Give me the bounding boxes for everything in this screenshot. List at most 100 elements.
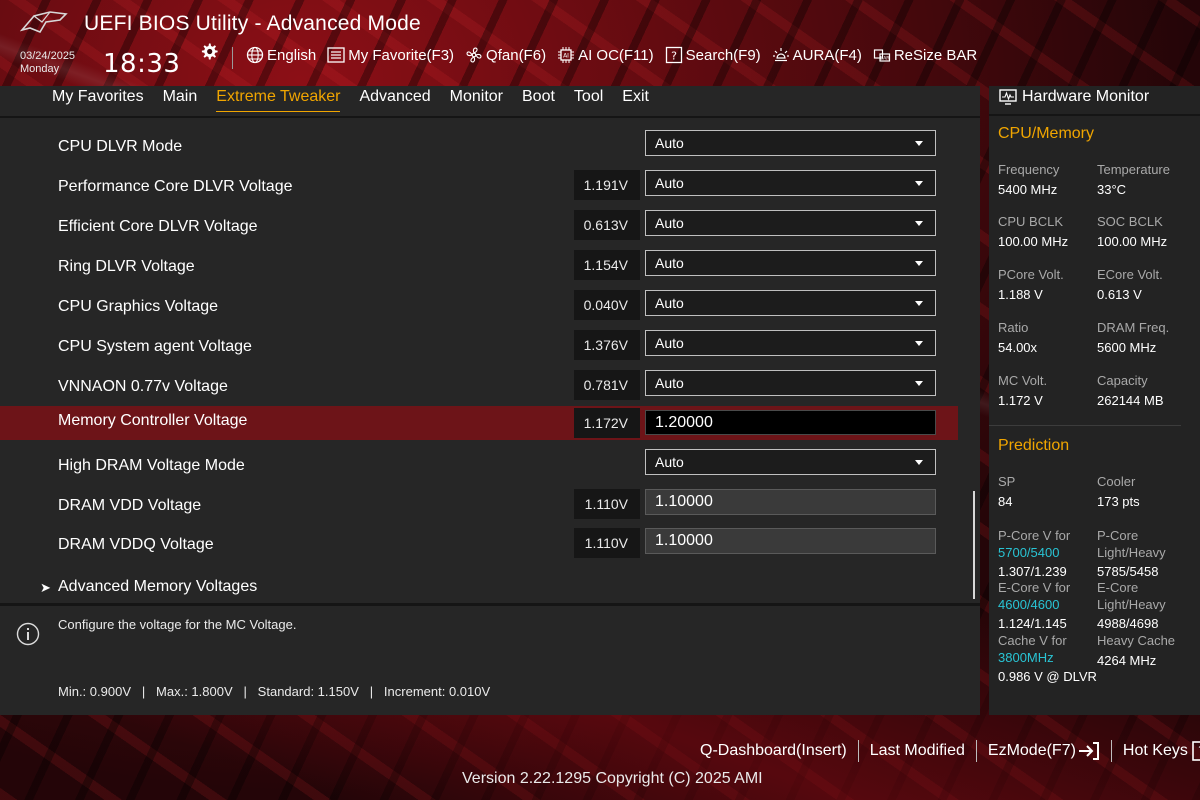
- scrollbar[interactable]: [973, 491, 975, 599]
- caret-down-icon: [915, 221, 923, 226]
- q-dashboard-button[interactable]: Q-Dashboard(Insert): [700, 742, 847, 760]
- hw-label: Temperature: [1097, 162, 1170, 177]
- setting-dropdown[interactable]: Auto: [645, 210, 936, 236]
- hw-value: 54.00x: [998, 340, 1038, 355]
- setting-dropdown[interactable]: Auto: [645, 290, 936, 316]
- ezmode-button[interactable]: EzMode(F7): [988, 741, 1100, 761]
- hw-value: 1.172 V: [998, 393, 1043, 408]
- memory-controller-voltage-input[interactable]: 1.20000: [645, 410, 936, 435]
- setting-dropdown[interactable]: Auto: [645, 330, 936, 356]
- hw-value: 4988/4698: [1097, 616, 1159, 631]
- language-label: English: [267, 46, 317, 64]
- hw-label: Light/Heavy: [1097, 545, 1166, 560]
- gear-icon[interactable]: [199, 42, 219, 62]
- hw-value: 5600 MHz: [1097, 340, 1157, 355]
- hw-value: 262144 MB: [1097, 393, 1164, 408]
- setting-dropdown[interactable]: Auto: [645, 170, 936, 196]
- setting-dropdown[interactable]: Auto: [645, 449, 936, 475]
- my-favorite-button[interactable]: My Favorite(F3): [327, 46, 454, 64]
- setting-label: DRAM VDDQ Voltage: [58, 536, 214, 553]
- setting-dropdown[interactable]: Auto: [645, 370, 936, 396]
- hw-label: Cooler: [1097, 474, 1136, 489]
- tab-extreme-tweaker[interactable]: Extreme Tweaker: [216, 86, 341, 112]
- caret-down-icon: [915, 381, 923, 386]
- tab-monitor[interactable]: Monitor: [450, 86, 503, 112]
- my-favorite-label: My Favorite(F3): [348, 46, 455, 64]
- svg-text:AI: AI: [563, 53, 569, 60]
- hw-section-divider: [989, 425, 1181, 426]
- hw-label: Capacity: [1097, 373, 1148, 388]
- toolbar: English My Favorite(F3) Qfan(F6) AI AI O…: [246, 46, 977, 64]
- tab-tool[interactable]: Tool: [574, 86, 603, 112]
- dram-vdd-voltage-input[interactable]: 1.10000: [645, 489, 936, 515]
- tab-boot[interactable]: Boot: [522, 86, 555, 112]
- hw-cache-v: Cache V for 3800MHz 0.986 V @ DLVR: [998, 632, 1097, 685]
- resize-bar-button[interactable]: BAR ReSize BAR: [873, 46, 977, 64]
- hw-label: SP: [998, 474, 1016, 489]
- aura-button[interactable]: AURA(F4): [772, 46, 862, 64]
- setting-row-ecore-dlvr-voltage[interactable]: Efficient Core DLVR Voltage 0.613V Auto: [0, 210, 958, 244]
- hw-label: ECore Volt.: [1097, 267, 1163, 282]
- hot-keys-label: Hot Keys: [1122, 742, 1188, 759]
- hw-label: Frequency: [998, 162, 1060, 177]
- hw-value: 4264 MHz: [1097, 653, 1157, 668]
- date-display: 03/24/2025 Monday: [20, 50, 75, 76]
- svg-text:?: ?: [671, 50, 677, 63]
- fan-icon: [466, 47, 482, 63]
- hw-capacity: Capacity 262144 MB: [1097, 373, 1164, 408]
- search-button[interactable]: ? Search(F9): [665, 46, 761, 64]
- current-voltage: 1.110V: [574, 489, 640, 519]
- hw-temperature: Temperature 33°C: [1097, 162, 1170, 197]
- hw-value: 33°C: [1097, 182, 1127, 197]
- setting-dropdown[interactable]: Auto: [645, 130, 936, 156]
- setting-row-pcore-dlvr-voltage[interactable]: Performance Core DLVR Voltage 1.191V Aut…: [0, 170, 958, 204]
- hw-label: PCore Volt.: [998, 267, 1064, 282]
- setting-row-dram-vddq-voltage[interactable]: DRAM VDDQ Voltage 1.110V 1.10000: [0, 528, 958, 562]
- hw-label: Ratio: [998, 320, 1029, 335]
- tab-advanced[interactable]: Advanced: [359, 86, 430, 112]
- hw-label: Light/Heavy: [1097, 597, 1166, 612]
- footer-separator: [857, 740, 859, 762]
- dropdown-value: Auto: [655, 175, 684, 191]
- monitor-icon: [999, 89, 1017, 105]
- tab-exit[interactable]: Exit: [622, 86, 649, 112]
- exit-arrow-icon: [1078, 742, 1099, 760]
- hw-label: P-Core V for: [998, 528, 1071, 543]
- setting-row-ring-dlvr-voltage[interactable]: Ring DLVR Voltage 1.154V Auto: [0, 250, 958, 284]
- setting-row-cpu-system-agent-voltage[interactable]: CPU System agent Voltage 1.376V Auto: [0, 330, 958, 364]
- help-range: Min.: 0.900V | Max.: 1.800V | Standard: …: [58, 684, 491, 699]
- setting-row-memory-controller-voltage[interactable]: Memory Controller Voltage 1.172V 1.20000: [0, 406, 958, 440]
- clock[interactable]: 18:33: [103, 49, 180, 79]
- version-copyright: Version 2.22.1295 Copyright (C) 2025 AMI: [462, 770, 763, 787]
- hot-keys-button[interactable]: Hot Keys ?: [1123, 741, 1200, 761]
- tab-main[interactable]: Main: [163, 86, 198, 112]
- hw-label: CPU BCLK: [998, 214, 1064, 229]
- aura-label: AURA(F4): [792, 46, 862, 64]
- hw-value: 0.613 V: [1097, 287, 1142, 302]
- help-question-icon: ?: [1192, 741, 1200, 761]
- caret-down-icon: [915, 141, 923, 146]
- setting-row-dram-vdd-voltage[interactable]: DRAM VDD Voltage 1.110V 1.10000: [0, 489, 958, 523]
- dropdown-value: Auto: [655, 454, 684, 470]
- setting-label: CPU System agent Voltage: [58, 338, 252, 355]
- current-voltage: 0.781V: [574, 370, 640, 400]
- ai-oc-button[interactable]: AI AI OC(F11): [557, 46, 654, 64]
- language-button[interactable]: English: [246, 46, 316, 64]
- hw-freq-cyan: 5700/5400: [998, 545, 1060, 560]
- setting-row-cpu-dlvr-mode[interactable]: CPU DLVR Mode Auto: [0, 130, 958, 164]
- setting-row-vnnaon-voltage[interactable]: VNNAON 0.77v Voltage 0.781V Auto: [0, 370, 958, 404]
- qfan-button[interactable]: Qfan(F6): [465, 46, 546, 64]
- setting-row-cpu-graphics-voltage[interactable]: CPU Graphics Voltage 0.040V Auto: [0, 290, 958, 324]
- setting-label: Performance Core DLVR Voltage: [58, 178, 293, 195]
- dram-vddq-voltage-input[interactable]: 1.10000: [645, 528, 936, 554]
- setting-dropdown[interactable]: Auto: [645, 250, 936, 276]
- setting-row-high-dram-voltage-mode[interactable]: High DRAM Voltage Mode Auto: [0, 449, 958, 483]
- setting-label: High DRAM Voltage Mode: [58, 457, 245, 474]
- setting-row-advanced-memory-voltages[interactable]: ➤ Advanced Memory Voltages: [0, 570, 958, 604]
- last-modified-button[interactable]: Last Modified: [870, 742, 965, 760]
- hw-cpu-bclk: CPU BCLK 100.00 MHz: [998, 214, 1068, 249]
- hardware-monitor-title: Hardware Monitor: [1022, 88, 1150, 105]
- hw-label: E-Core: [1097, 580, 1139, 595]
- tab-my-favorites[interactable]: My Favorites: [52, 86, 144, 112]
- main-nav: My Favorites Main Extreme Tweaker Advanc…: [52, 86, 668, 112]
